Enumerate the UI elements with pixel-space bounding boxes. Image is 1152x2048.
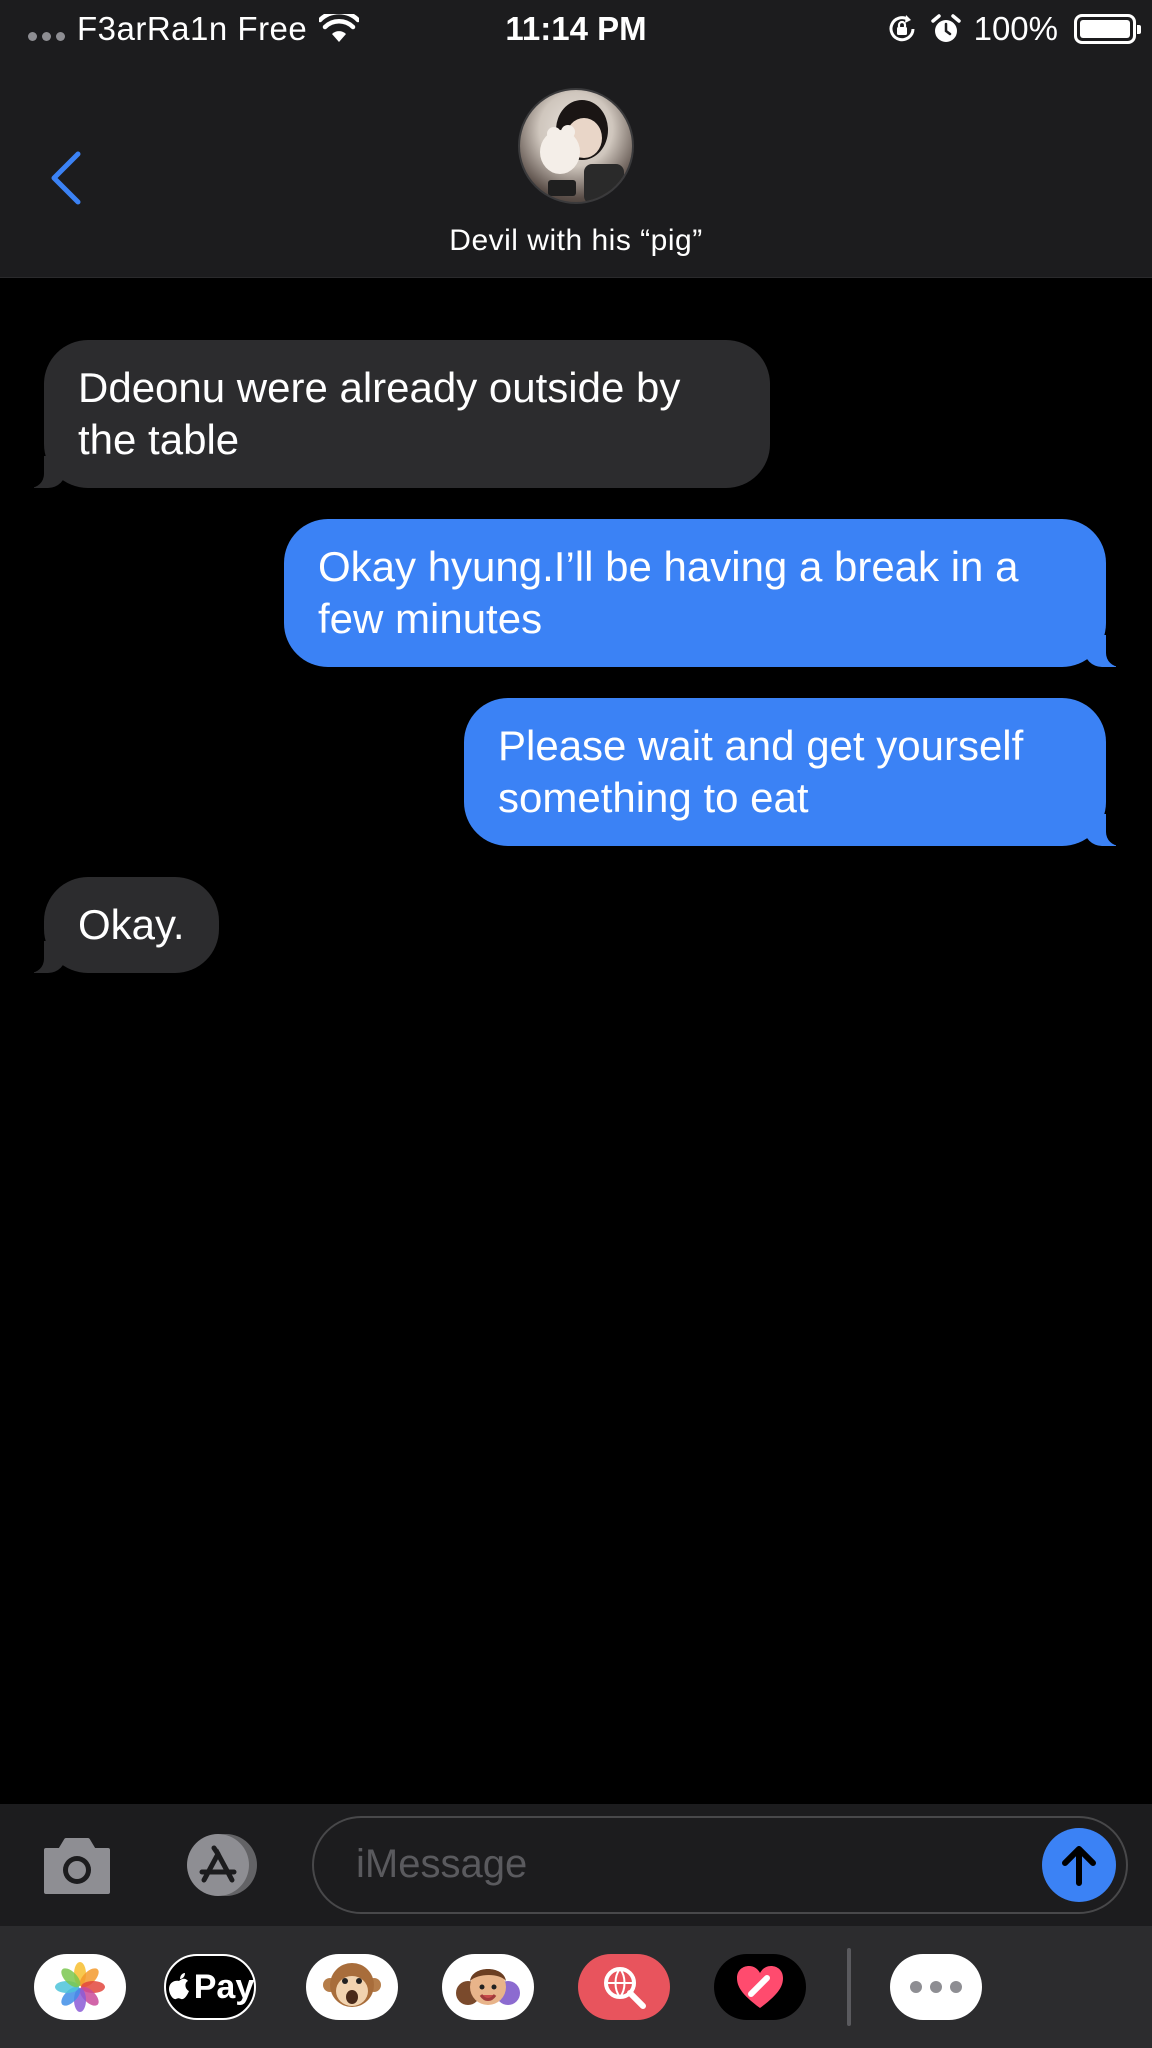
conversation-header: F3arRa1n Free 11:14 PM 100% Devil with h…	[0, 0, 1152, 278]
message-input[interactable]: iMessage	[312, 1816, 1128, 1914]
app-drawer: Pay	[0, 1926, 1152, 2048]
digital-touch-icon[interactable]	[714, 1954, 806, 2020]
alarm-icon	[930, 14, 961, 42]
messages-screen: F3arRa1n Free 11:14 PM 100% Devil with h…	[0, 0, 1152, 2048]
compose-bar: iMessage	[0, 1804, 1152, 1926]
more-icon[interactable]	[890, 1954, 982, 2020]
contact-avatar[interactable]	[518, 88, 634, 204]
status-right: 100%	[886, 8, 1141, 50]
apple-logo-icon	[168, 1973, 189, 2000]
apple-pay-icon[interactable]: Pay	[164, 1954, 256, 2020]
arrow-up-icon	[1062, 1846, 1096, 1886]
message-bubble-incoming[interactable]: Ddeonu were already outside by the table	[20, 340, 770, 488]
status-bar: F3arRa1n Free 11:14 PM 100%	[0, 0, 1152, 58]
battery-icon	[1074, 14, 1141, 44]
message-bubble-outgoing[interactable]: Okay hyung.I’ll be having a break in a f…	[284, 519, 1130, 667]
memoji-icon[interactable]	[442, 1954, 534, 2020]
drawer-divider	[847, 1948, 851, 2026]
contact-name[interactable]: Devil with his “pig”	[0, 224, 1152, 258]
chevron-left-icon[interactable]	[46, 150, 86, 206]
app-store-icon[interactable]	[174, 1832, 266, 1898]
message-bubble-incoming[interactable]: Okay.	[20, 877, 219, 973]
battery-percent: 100%	[973, 10, 1058, 47]
apple-pay-label: Pay	[193, 1967, 255, 2006]
animoji-icon[interactable]	[306, 1954, 398, 2020]
send-button[interactable]	[1042, 1828, 1116, 1902]
image-search-icon[interactable]	[578, 1954, 670, 2020]
battery-level	[1080, 20, 1130, 38]
camera-icon[interactable]	[42, 1836, 112, 1896]
orientation-lock-icon	[889, 15, 915, 42]
photos-icon[interactable]	[34, 1954, 126, 2020]
message-bubble-outgoing[interactable]: Please wait and get yourself something t…	[464, 698, 1130, 846]
message-placeholder: iMessage	[356, 1842, 528, 1886]
